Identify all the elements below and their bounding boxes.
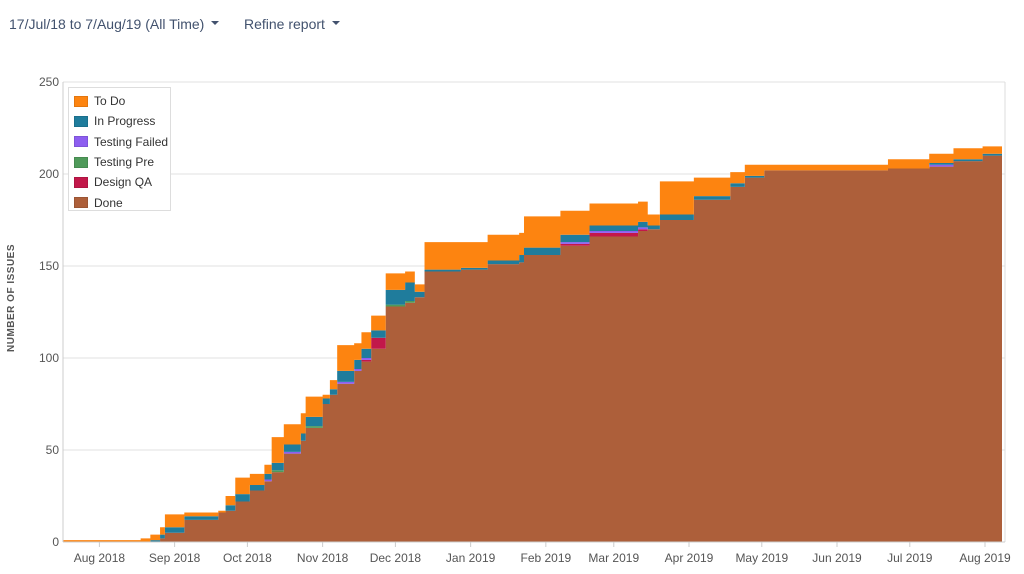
legend-label: Testing Failed <box>94 134 169 149</box>
x-tick-label: Mar 2019 <box>588 551 639 565</box>
legend-swatch <box>74 176 88 188</box>
legend-swatch <box>74 95 88 107</box>
legend-label: Testing Pre <box>94 155 155 170</box>
legend-item-design-qa[interactable]: Design QA <box>74 172 170 192</box>
legend-item-to-do[interactable]: To Do <box>74 91 170 111</box>
y-axis-label: NUMBER OF ISSUES <box>6 244 17 352</box>
area-done <box>63 155 1002 542</box>
x-tick-label: Nov 2018 <box>297 551 349 565</box>
x-tick-label: Jul 2019 <box>887 551 933 565</box>
x-tick-label: Apr 2019 <box>665 551 714 565</box>
x-tick-label: Feb 2019 <box>520 551 571 565</box>
x-tick-label: May 2019 <box>735 551 788 565</box>
y-tick-label: 100 <box>39 351 59 365</box>
legend-item-done[interactable]: Done <box>74 192 170 212</box>
y-tick-label: 200 <box>39 167 59 181</box>
legend-item-testing-failed[interactable]: Testing Failed <box>74 132 170 152</box>
y-tick-label: 0 <box>52 535 59 549</box>
y-tick-label: 50 <box>46 443 60 457</box>
legend-label: Done <box>94 195 123 210</box>
chart-legend: To Do In Progress Testing Failed Testing Pr… <box>68 87 171 211</box>
legend-item-testing-pre[interactable]: Testing Pre <box>74 152 170 172</box>
x-tick-label: Dec 2018 <box>370 551 422 565</box>
legend-swatch <box>74 156 88 168</box>
x-tick-label: Aug 2018 <box>74 551 126 565</box>
legend-label: Design QA <box>94 175 153 190</box>
y-tick-label: 250 <box>39 75 59 89</box>
x-tick-label: Jan 2019 <box>446 551 496 565</box>
x-tick-label: Sep 2018 <box>149 551 201 565</box>
legend-swatch <box>74 197 88 209</box>
x-tick-label: Jun 2019 <box>812 551 862 565</box>
legend-label: To Do <box>94 94 126 109</box>
legend-swatch <box>74 136 88 148</box>
legend-label: In Progress <box>94 114 156 129</box>
legend-swatch <box>74 115 88 127</box>
x-tick-label: Oct 2018 <box>223 551 272 565</box>
legend-item-in-progress[interactable]: In Progress <box>74 111 170 131</box>
x-tick-label: Aug 2019 <box>959 551 1011 565</box>
y-tick-label: 150 <box>39 259 59 273</box>
